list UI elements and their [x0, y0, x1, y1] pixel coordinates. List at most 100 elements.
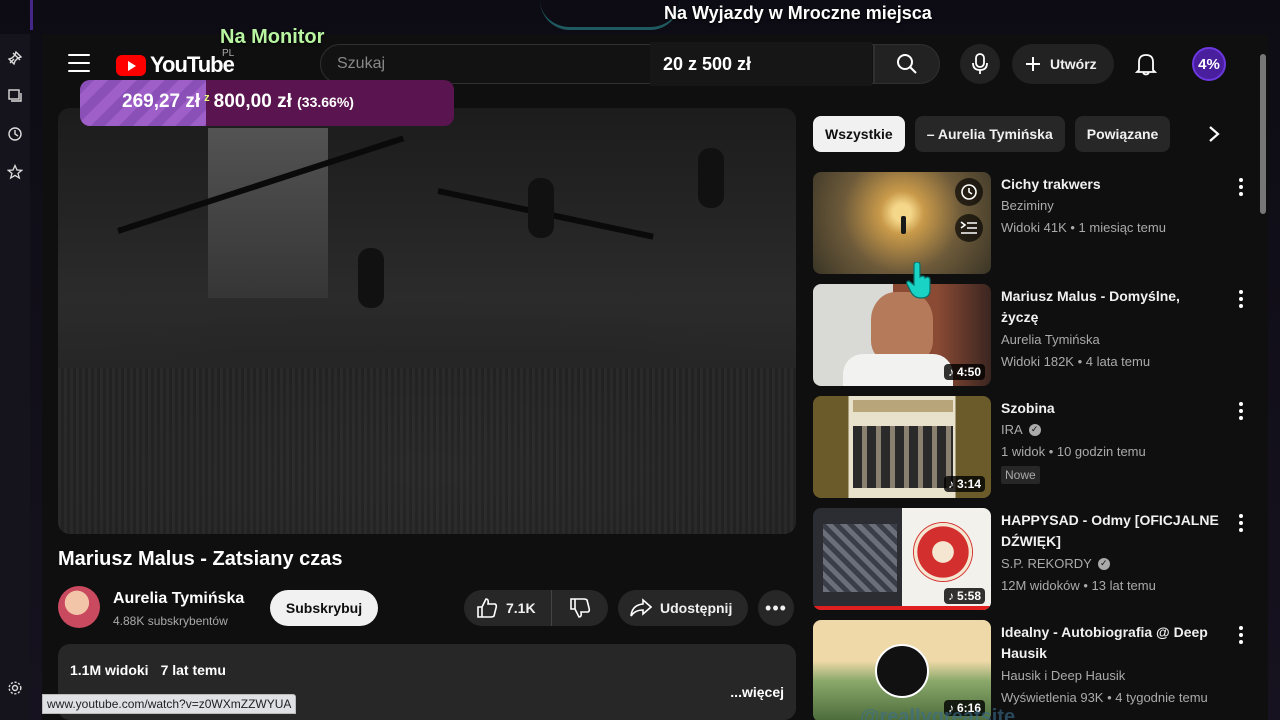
- account-avatar[interactable]: 4%: [1192, 47, 1226, 81]
- thumbnail-figure: [901, 216, 906, 234]
- video-player[interactable]: [58, 108, 796, 534]
- thumbnail-spiral-logo: [875, 644, 929, 698]
- thumbnail-header: [853, 400, 953, 412]
- stream-bottom-text: @reallygreatsite: [860, 706, 1016, 720]
- stream-title-overlay: Na Wyjazdy w Mroczne miejsca: [664, 3, 932, 23]
- recommendation-title: Idealny - Autobiografia @ Deep Hausik: [1001, 624, 1208, 661]
- hand-cursor-icon: [906, 262, 931, 299]
- music-note-icon: ♪: [947, 365, 954, 379]
- recommendation-title: HAPPYSAD - Odmy [OFICJALNE DŹWIĘK]: [1001, 512, 1219, 549]
- video-thumbnail[interactable]: ♪ 3:14: [813, 396, 991, 498]
- channel-avatar[interactable]: [58, 586, 100, 628]
- chip-related[interactable]: Powiązane: [1074, 116, 1171, 152]
- youtube-play-icon: [116, 54, 146, 76]
- plus-icon: [1026, 57, 1040, 71]
- like-button[interactable]: 7.1K: [464, 590, 552, 626]
- recommendation-item[interactable]: ♪ 6:16 Idealny - Autobiografia @ Deep Haus…: [813, 620, 1253, 720]
- recommendation-info: Wyświetlenia 93K • 4 tygodnie temu: [1001, 690, 1208, 705]
- star-icon[interactable]: [5, 162, 25, 182]
- recommendation-channel[interactable]: S.P. REKORDY ✓: [1001, 556, 1110, 571]
- youtube-window: YouTube PL Utwórz 4% Mariusz Malus - Zat…: [42, 34, 1268, 720]
- thumbs-down-icon: [570, 598, 591, 618]
- duration-badge: ♪ 3:14: [943, 476, 985, 492]
- more-vertical-icon[interactable]: [1239, 626, 1243, 644]
- menu-icon[interactable]: [68, 54, 90, 72]
- more-horizontal-icon: •••: [765, 597, 787, 618]
- chevron-right-icon[interactable]: [1202, 122, 1226, 146]
- thumbnail-shirt: [843, 354, 953, 386]
- more-vertical-icon[interactable]: [1239, 178, 1243, 196]
- recommendation-channel[interactable]: IRA ✓: [1001, 422, 1041, 437]
- clock-icon[interactable]: [5, 124, 25, 144]
- view-count: 1.1M widoki: [70, 662, 149, 678]
- page-scrollbar[interactable]: [1258, 34, 1268, 720]
- video-frame-desk: [58, 368, 796, 534]
- donation-goal-text: 269,27 zł z 800,00 zł (33.66%): [122, 91, 354, 113]
- subscribe-button[interactable]: Subskrybuj: [270, 590, 378, 626]
- monitor-label-overlay: Na Monitor: [220, 26, 325, 48]
- create-button[interactable]: Utwórz: [1012, 44, 1114, 84]
- pin-icon[interactable]: [5, 48, 25, 68]
- thumbnail-logo: [913, 522, 973, 582]
- video-frame-mic: [698, 148, 724, 208]
- search-button[interactable]: [874, 44, 940, 84]
- recommendation-info: Widoki 182K • 4 lata temu: [1001, 354, 1151, 369]
- video-thumbnail[interactable]: [813, 172, 991, 274]
- recommendation-channel[interactable]: Aurelia Tymińska: [1001, 332, 1100, 347]
- search-icon: [897, 54, 917, 74]
- donation-goal-bar: 269,27 zł z 800,00 zł (33.66%): [80, 80, 454, 126]
- donation-separator: z: [204, 92, 210, 104]
- add-to-queue-icon[interactable]: [955, 214, 983, 242]
- notifications-button[interactable]: [1132, 50, 1160, 78]
- more-vertical-icon[interactable]: [1239, 402, 1243, 420]
- video-frame-window: [208, 128, 328, 298]
- stream-decoration: [30, 0, 70, 30]
- voice-search-button[interactable]: [960, 44, 1000, 84]
- music-note-icon: ♪: [947, 589, 954, 603]
- more-vertical-icon[interactable]: [1239, 290, 1243, 308]
- filter-chips: Wszystkie – Aurelia Tymińska Powiązane: [813, 116, 1171, 152]
- recommendation-item[interactable]: Cichy trakwers Beziminy Widoki 41K • 1 m…: [813, 172, 1253, 274]
- recommendation-channel[interactable]: Hausik i Deep Hausik: [1001, 668, 1125, 683]
- duration-badge: ♪ 5:58: [943, 588, 985, 604]
- video-meta: 1.1M widoki 7 lat temu: [70, 662, 226, 678]
- video-frame-mic: [528, 178, 554, 238]
- like-count: 7.1K: [506, 600, 536, 616]
- watched-progress-bar: [813, 606, 991, 610]
- settings-gear-icon[interactable]: [5, 678, 25, 698]
- donation-percent: (33.66%): [297, 94, 354, 110]
- recommendation-title: Mariusz Malus - Domyślne, życzę: [1001, 288, 1180, 325]
- watch-later-icon[interactable]: [955, 178, 983, 206]
- dislike-button[interactable]: [552, 590, 608, 626]
- scrollbar-thumb[interactable]: [1260, 54, 1266, 214]
- recommendation-title: Szobina: [1001, 400, 1055, 416]
- recommendation-info: 1 widok • 10 godzin temu: [1001, 444, 1146, 459]
- duration-badge: ♪ 4:50: [943, 364, 985, 380]
- chip-all[interactable]: Wszystkie: [813, 116, 905, 152]
- thumbs-up-icon: [477, 598, 498, 618]
- thumbnail-singer: [871, 292, 933, 362]
- chip-channel[interactable]: – Aurelia Tymińska: [914, 116, 1065, 152]
- video-thumbnail[interactable]: ♪ 4:50: [813, 284, 991, 386]
- recommendation-item[interactable]: ♪ 4:50 Mariusz Malus - Domyślne, życzę Aur…: [813, 284, 1253, 386]
- share-button[interactable]: Udostępnij: [618, 590, 748, 626]
- video-thumbnail[interactable]: ♪ 5:58: [813, 508, 991, 610]
- recommendation-channel[interactable]: Beziminy: [1001, 198, 1054, 213]
- bell-icon: [1135, 54, 1157, 76]
- video-frame-mic: [358, 248, 384, 308]
- more-actions-button[interactable]: •••: [758, 590, 794, 626]
- recommendation-info: Widoki 41K • 1 miesiąc temu: [1001, 220, 1166, 235]
- youtube-logo[interactable]: YouTube PL: [116, 48, 235, 78]
- recommendation-item[interactable]: ♪ 3:14 Szobina IRA ✓ 1 widok • 10 godzin t…: [813, 396, 1253, 498]
- video-thumbnail[interactable]: ♪ 6:16: [813, 620, 991, 720]
- show-more-link[interactable]: ...więcej: [730, 684, 784, 700]
- create-label: Utwórz: [1050, 56, 1097, 72]
- channel-name[interactable]: Aurelia Tymińska: [113, 590, 244, 608]
- share-icon: [630, 598, 652, 617]
- microphone-icon: [972, 53, 988, 74]
- recommendation-item[interactable]: ♪ 5:58 HAPPYSAD - Odmy [OFICJALNE DŹWIĘK] …: [813, 508, 1253, 610]
- stream-dock: [0, 34, 30, 720]
- window-icon[interactable]: [5, 86, 25, 106]
- more-vertical-icon[interactable]: [1239, 514, 1243, 532]
- region-label: PL: [222, 48, 235, 59]
